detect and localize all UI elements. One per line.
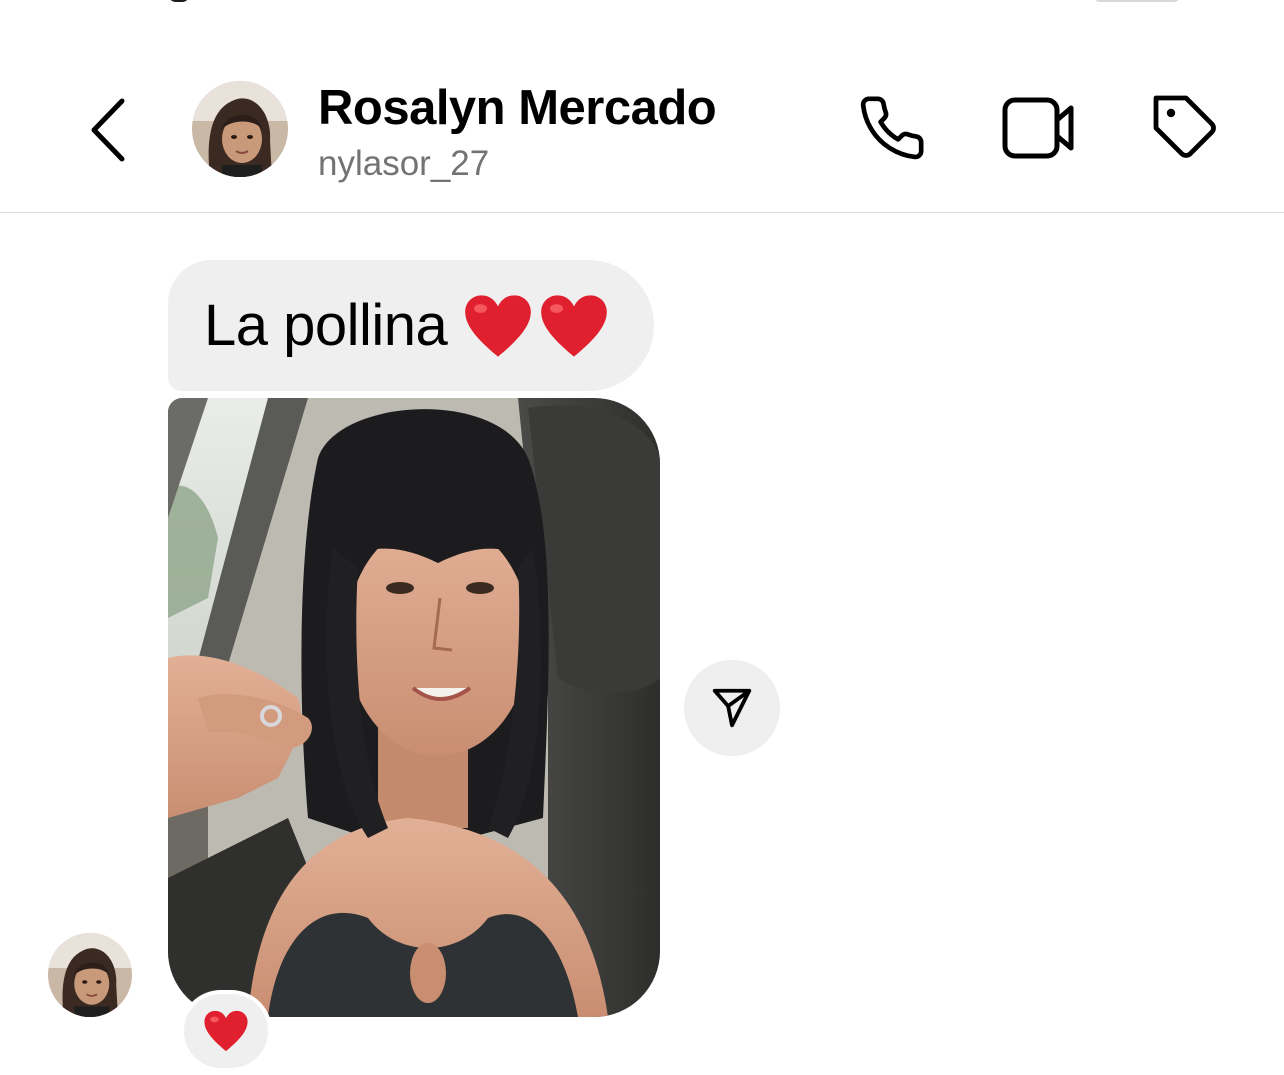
reaction-badge[interactable] xyxy=(180,990,272,1072)
thread-header: Rosalyn Mercado nylasor_27 xyxy=(0,0,1284,213)
sender-avatar[interactable] xyxy=(48,933,132,1017)
message-text: La pollina xyxy=(204,293,448,358)
heart-emoji-icon xyxy=(541,294,608,357)
text-message-bubble[interactable]: La pollina xyxy=(168,260,654,391)
phone-icon xyxy=(860,96,924,160)
heart-emoji-icon xyxy=(465,294,532,357)
heart-reaction-icon xyxy=(204,1010,248,1052)
video-call-button[interactable] xyxy=(999,88,1079,168)
selfie-photo xyxy=(168,398,660,1017)
video-camera-icon xyxy=(1002,97,1074,159)
tag-icon xyxy=(1153,95,1216,158)
photo-message[interactable] xyxy=(168,398,660,1017)
chevron-left-icon xyxy=(91,98,125,162)
share-button[interactable] xyxy=(684,660,780,756)
contact-username: nylasor_27 xyxy=(318,144,490,183)
contact-avatar[interactable] xyxy=(192,81,288,177)
contact-name[interactable]: Rosalyn Mercado xyxy=(318,80,717,136)
back-button[interactable] xyxy=(78,90,138,170)
dm-thread-screen: Rosalyn Mercado nylasor_27 La pollina xyxy=(0,0,1284,1075)
audio-call-button[interactable] xyxy=(852,88,932,168)
tag-button[interactable] xyxy=(1146,88,1226,168)
send-icon xyxy=(712,688,752,728)
